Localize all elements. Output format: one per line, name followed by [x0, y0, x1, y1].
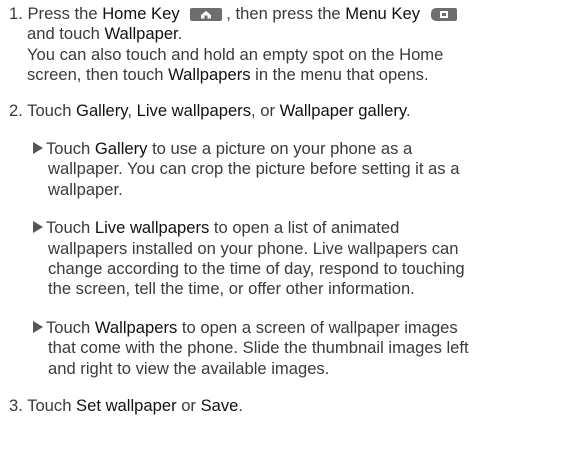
step1-line1: 1. Press the Home Key , then press the M… [9, 4, 461, 24]
step3-text: Touch [27, 396, 77, 415]
bullet1-line1: Touch Gallery to use a picture on your p… [33, 139, 412, 159]
bullet1-text: to use a picture on your phone as a [147, 139, 413, 158]
step2-line: 2. Touch Gallery, Live wallpapers, or Wa… [9, 101, 411, 121]
step1-text: , then press the [226, 4, 346, 23]
step3-number: 3. [9, 396, 23, 415]
live-wallpapers-label: Live wallpapers [136, 101, 251, 120]
save-label: Save [200, 396, 239, 415]
step1-number: 1. [9, 4, 23, 23]
bullet2-line3: change according to the time of day, res… [48, 259, 465, 278]
step1-text: Press the [27, 4, 103, 23]
step2-text: , or [251, 101, 280, 120]
step1-text: in the menu that opens. [250, 65, 429, 84]
step2-number: 2. [9, 101, 23, 120]
bullet2-text: to open a list of animated [209, 218, 400, 237]
triangle-right-icon [33, 321, 43, 333]
step1-line2: and touch Wallpaper. [27, 24, 182, 44]
bullet1-line2: wallpaper. You can crop the picture befo… [48, 159, 460, 178]
step2-text: , [127, 101, 137, 120]
instruction-page: 1. Press the Home Key , then press the M… [0, 0, 588, 461]
bullet1-line3: wallpaper. [48, 180, 123, 199]
step1-line3: You can also touch and hold an empty spo… [27, 45, 444, 64]
gallery-label: Gallery [76, 101, 128, 120]
wallpapers-label: Wallpapers [168, 65, 251, 84]
bullet2-line2: wallpapers installed on your phone. Live… [48, 239, 459, 258]
bullet2-line4: the screen, tell the time, or offer othe… [48, 279, 415, 298]
live-wallpapers-label: Live wallpapers [94, 218, 210, 237]
step1-line4: screen, then touch Wallpapers in the men… [27, 65, 429, 85]
step1-text: screen, then touch [27, 65, 169, 84]
gallery-label: Gallery [94, 139, 148, 158]
bullet3-text: Touch [46, 318, 95, 337]
step3-text: . [238, 396, 244, 415]
bullet3-line3: and right to view the available images. [48, 359, 330, 378]
step1-text: and touch [27, 24, 105, 43]
menu-key-label: Menu Key [345, 4, 420, 23]
bullet3-line1: Touch Wallpapers to open a screen of wal… [33, 318, 458, 338]
bullet2-text: Touch [46, 218, 95, 237]
bullet3-line2: that come with the phone. Slide the thum… [48, 338, 469, 357]
home-key-label: Home Key [102, 4, 180, 23]
bullet1-text: Touch [46, 139, 95, 158]
wallpapers-label: Wallpapers [94, 318, 178, 337]
home-key-icon [190, 8, 223, 21]
step2-text: . [405, 101, 411, 120]
wallpaper-gallery-label: Wallpaper gallery [279, 101, 406, 120]
triangle-right-icon [33, 142, 43, 154]
wallpaper-label: Wallpaper [104, 24, 178, 43]
step2-text: Touch [27, 101, 77, 120]
step3-line: 3. Touch Set wallpaper or Save. [9, 396, 243, 416]
menu-key-icon [430, 8, 457, 21]
triangle-right-icon [33, 221, 43, 233]
step1-text: . [177, 24, 183, 43]
bullet3-text: to open a screen of wallpaper images [177, 318, 458, 337]
set-wallpaper-label: Set wallpaper [76, 396, 177, 415]
step3-text: or [176, 396, 201, 415]
bullet2-line1: Touch Live wallpapers to open a list of … [33, 218, 399, 238]
